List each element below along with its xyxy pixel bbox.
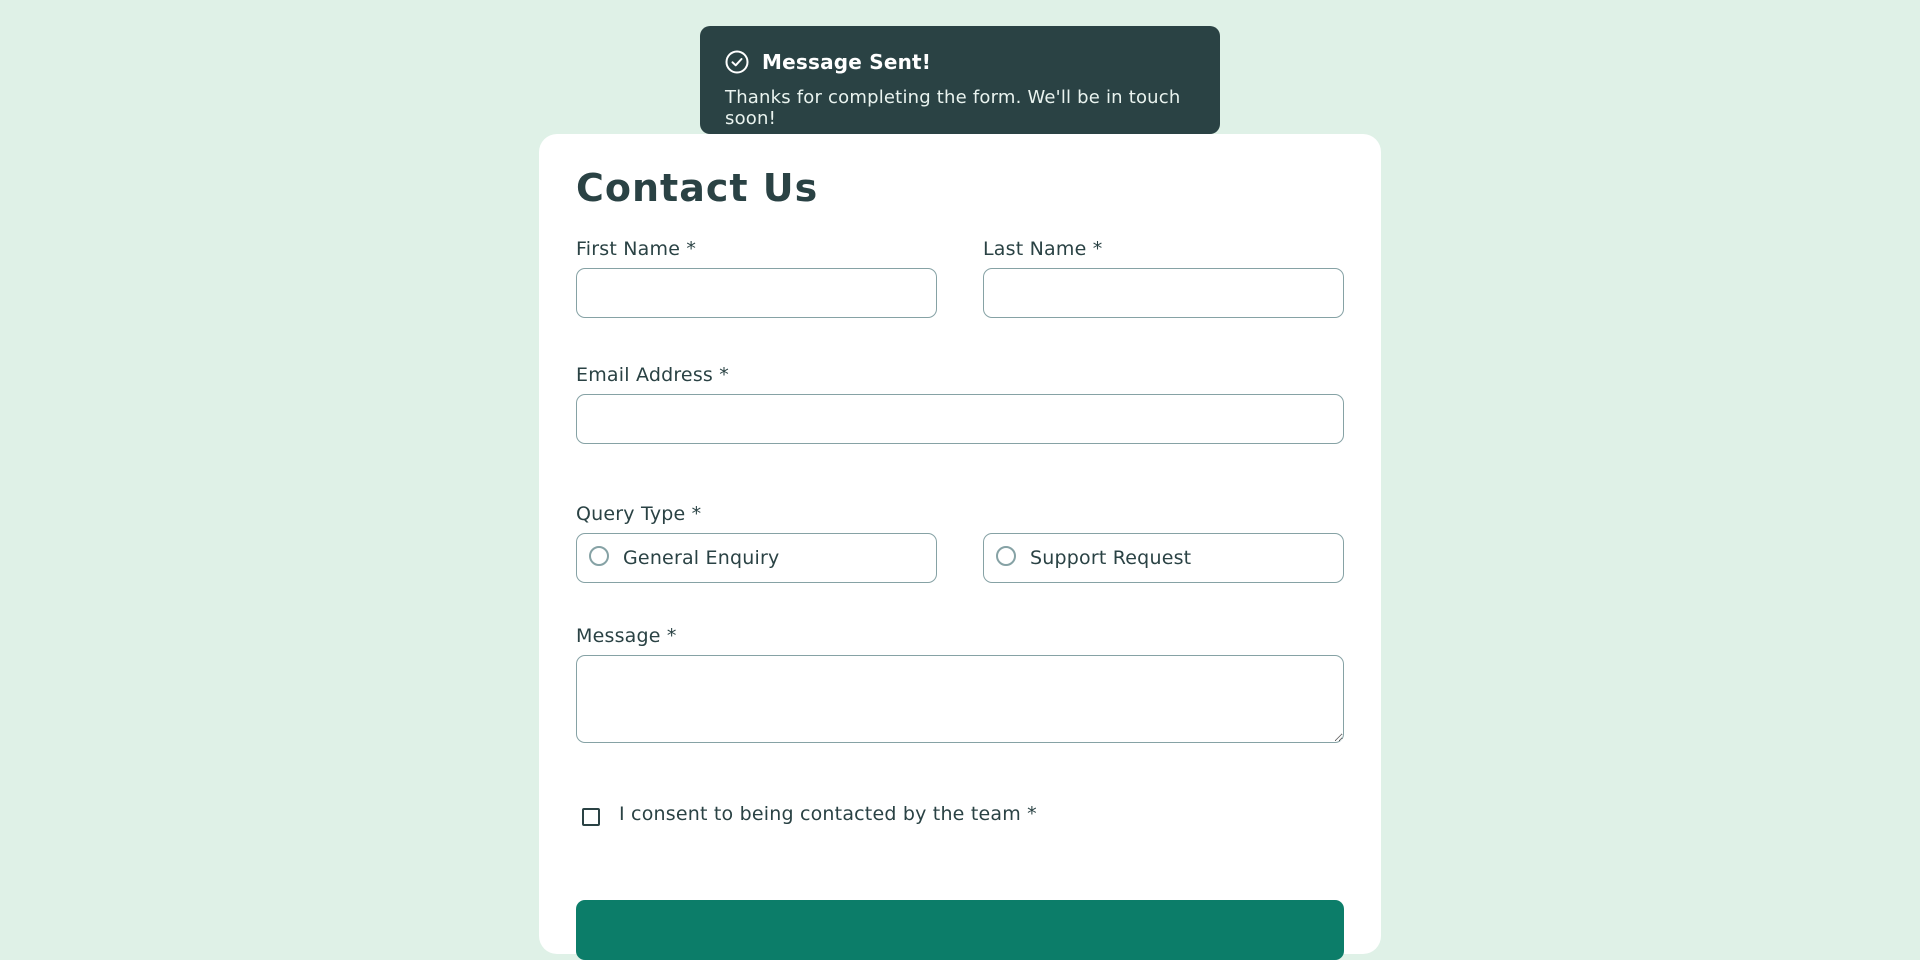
first-name-input[interactable]: [576, 268, 937, 318]
first-name-label: First Name *: [576, 238, 697, 260]
radio-label-support-request: Support Request: [1030, 547, 1192, 569]
page-title: Contact Us: [576, 166, 819, 210]
email-label: Email Address *: [576, 364, 729, 386]
last-name-input[interactable]: [983, 268, 1344, 318]
contact-form-card: Contact Us First Name * Last Name * Emai…: [539, 134, 1381, 960]
radio-support-request[interactable]: Support Request: [983, 533, 1344, 583]
toast-title: Message Sent!: [762, 50, 932, 74]
email-input[interactable]: [576, 394, 1344, 444]
consent-checkbox[interactable]: [582, 808, 600, 826]
toast-header: Message Sent!: [725, 50, 1195, 74]
message-textarea[interactable]: [576, 655, 1344, 743]
radio-button-icon[interactable]: [996, 546, 1016, 566]
check-circle-icon: [725, 50, 749, 74]
submit-button[interactable]: [576, 900, 1344, 960]
radio-general-enquiry[interactable]: General Enquiry: [576, 533, 937, 583]
radio-button-icon[interactable]: [589, 546, 609, 566]
query-type-label: Query Type *: [576, 503, 702, 525]
consent-label: I consent to being contacted by the team…: [619, 803, 1037, 825]
toast-message: Thanks for completing the form. We'll be…: [725, 87, 1181, 129]
message-label: Message *: [576, 625, 677, 647]
radio-label-general-enquiry: General Enquiry: [623, 547, 780, 569]
last-name-label: Last Name *: [983, 238, 1103, 260]
success-toast: Message Sent! Thanks for completing the …: [700, 26, 1220, 134]
